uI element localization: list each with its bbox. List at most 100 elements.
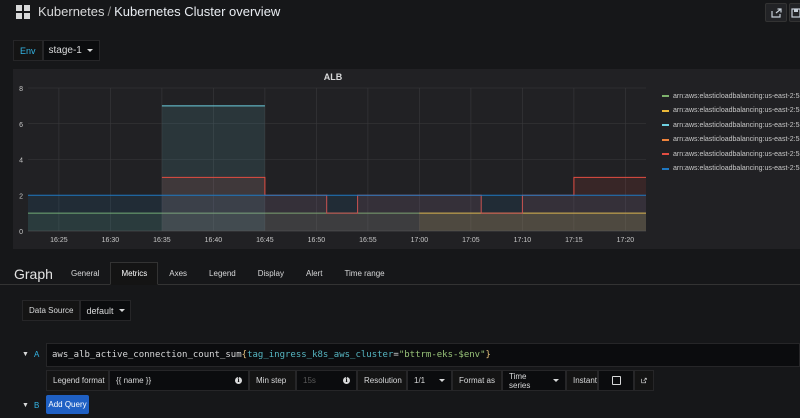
tab-time-range[interactable]: Time range	[333, 262, 395, 285]
legend-swatch[interactable]	[662, 124, 669, 127]
x-tick-label: 16:35	[153, 237, 171, 244]
x-tick-label: 16:25	[50, 237, 68, 244]
y-tick-label: 0	[19, 229, 23, 236]
tab-axes[interactable]: Axes	[158, 262, 198, 285]
series-area	[28, 195, 646, 231]
top-navbar: Kubernetes / Kubernetes Cluster overview	[0, 0, 800, 26]
breadcrumb-separator: /	[107, 4, 112, 19]
y-tick-label: 6	[19, 122, 23, 129]
share-button[interactable]	[765, 3, 787, 22]
legend-label[interactable]: arn:aws:elasticloadbalancing:us-east-2:5…	[673, 122, 800, 129]
editor-title: Graph	[14, 266, 53, 282]
y-tick-label: 4	[19, 158, 23, 165]
legend-item[interactable]: arn:aws:elasticloadbalancing:us-east-2:5…	[662, 133, 800, 148]
info-icon[interactable]: i	[343, 377, 350, 384]
dashboard-title[interactable]: Kubernetes Cluster overview	[114, 4, 280, 19]
variable-value: stage-1	[48, 45, 82, 56]
x-tick-label: 17:20	[617, 237, 635, 244]
expr-metric: aws_alb_active_connection_count_sum	[52, 350, 242, 360]
query-ref-id: A	[33, 350, 40, 359]
dashboard-grid-icon[interactable]	[16, 5, 30, 19]
x-tick-label: 16:55	[359, 237, 377, 244]
tab-alert[interactable]: Alert	[295, 262, 333, 285]
legend-swatch[interactable]	[662, 138, 669, 141]
legend-format-input[interactable]: {{ name }} i	[109, 370, 249, 391]
legend-label[interactable]: arn:aws:elasticloadbalancing:us-east-2:5…	[673, 151, 800, 158]
datasource-label: Data Source	[22, 300, 81, 321]
variable-select[interactable]: stage-1	[42, 40, 100, 61]
save-icon	[791, 7, 800, 18]
legend-label[interactable]: arn:aws:elasticloadbalancing:us-east-2:5…	[673, 136, 800, 143]
legend-format-label: Legend format	[46, 370, 109, 391]
save-dashboard-button[interactable]	[789, 3, 800, 22]
alb-chart: 0 2 4 6 8 16:25 16:30 16:35 16:40 16:45 16:50 16:55…	[19, 86, 646, 244]
format-as-value: Time series	[509, 371, 531, 390]
expr-label: tag_ingress_k8s_aws_cluster	[247, 350, 394, 360]
chevron-down-icon	[86, 49, 93, 52]
query-options-row: Legend format {{ name }} i Min step 15s i …	[46, 370, 654, 391]
expr-brace-close: }	[485, 350, 491, 360]
legend-swatch[interactable]	[662, 95, 669, 98]
legend-swatch[interactable]	[662, 109, 669, 112]
legend-item[interactable]: arn:aws:elasticloadbalancing:us-east-2:5…	[662, 147, 800, 162]
resolution-value: 1/1	[414, 376, 426, 385]
instant-toggle[interactable]	[598, 370, 634, 391]
chevron-down-icon	[118, 309, 125, 312]
collapse-icon[interactable]: ▼	[22, 402, 29, 409]
chart-legend: arn:aws:elasticloadbalancing:us-east-2:5…	[662, 89, 800, 176]
resolution-select[interactable]: 1/1	[407, 370, 452, 391]
legend-item[interactable]: arn:aws:elasticloadbalancing:us-east-2:5…	[662, 118, 800, 133]
query-ref-id: B	[33, 400, 40, 410]
info-icon[interactable]: i	[235, 377, 242, 384]
y-tick-label: 8	[19, 86, 23, 93]
tab-general[interactable]: General	[60, 262, 110, 285]
resolution-label: Resolution	[357, 370, 407, 391]
x-tick-label: 17:00	[411, 237, 429, 244]
tab-metrics[interactable]: Metrics	[110, 262, 159, 285]
query-expression-input[interactable]: aws_alb_active_connection_count_sum{tag_…	[46, 343, 800, 367]
legend-format-value: {{ name }}	[116, 376, 152, 385]
legend-label[interactable]: arn:aws:elasticloadbalancing:us-east-2:5…	[673, 165, 800, 172]
format-as-label: Format as	[452, 370, 502, 391]
editor-tabs: General Metrics Axes Legend Display Aler…	[60, 262, 396, 285]
x-tick-label: 17:15	[565, 237, 583, 244]
min-step-input[interactable]: 15s i	[296, 370, 357, 391]
collapse-icon[interactable]: ▼	[22, 351, 29, 358]
instant-checkbox[interactable]	[611, 376, 621, 385]
legend-item[interactable]: arn:aws:elasticloadbalancing:us-east-2:5…	[662, 89, 800, 104]
legend-item[interactable]: arn:aws:elasticloadbalancing:us-east-2:5…	[662, 104, 800, 119]
datasource-select[interactable]: default	[80, 300, 131, 321]
x-tick-label: 17:05	[462, 237, 480, 244]
datasource-row: Data Source default	[22, 300, 131, 321]
external-link-icon	[641, 377, 647, 384]
legend-swatch[interactable]	[662, 153, 669, 156]
breadcrumb: Kubernetes / Kubernetes Cluster overview	[38, 4, 280, 19]
legend-swatch[interactable]	[662, 167, 669, 170]
instant-label: Instant	[566, 370, 598, 391]
tab-display[interactable]: Display	[247, 262, 295, 285]
query-inspect-button[interactable]	[634, 370, 654, 391]
add-query-button[interactable]: Add Query	[46, 395, 89, 414]
y-tick-label: 2	[19, 193, 23, 200]
format-as-select[interactable]: Time series	[502, 370, 566, 391]
min-step-label: Min step	[249, 370, 296, 391]
chevron-down-icon	[553, 379, 559, 382]
legend-label[interactable]: arn:aws:elasticloadbalancing:us-east-2:5…	[673, 107, 800, 114]
folder-link[interactable]: Kubernetes	[38, 4, 105, 19]
share-icon	[770, 7, 782, 18]
variable-label: Env	[13, 40, 43, 61]
datasource-value: default	[86, 305, 114, 316]
x-tick-label: 16:40	[205, 237, 223, 244]
chevron-down-icon	[439, 379, 445, 382]
x-tick-label: 16:50	[308, 237, 326, 244]
query-b-header[interactable]: ▼ B	[22, 395, 39, 415]
tab-legend[interactable]: Legend	[198, 262, 247, 285]
query-a-header[interactable]: ▼ A	[22, 344, 39, 365]
legend-label[interactable]: arn:aws:elasticloadbalancing:us-east-2:5…	[673, 93, 800, 100]
x-tick-label: 16:45	[256, 237, 274, 244]
template-variable-env: Env stage-1	[13, 40, 100, 61]
legend-item[interactable]: arn:aws:elasticloadbalancing:us-east-2:5…	[662, 162, 800, 177]
x-tick-label: 16:30	[102, 237, 120, 244]
expr-value: "bttrm-eks-$env"	[398, 350, 486, 360]
graph-panel[interactable]: ALB 0 2 4 6 8 16:25 16:30 16:35 16:40 16:45 16:50 1…	[13, 69, 800, 249]
